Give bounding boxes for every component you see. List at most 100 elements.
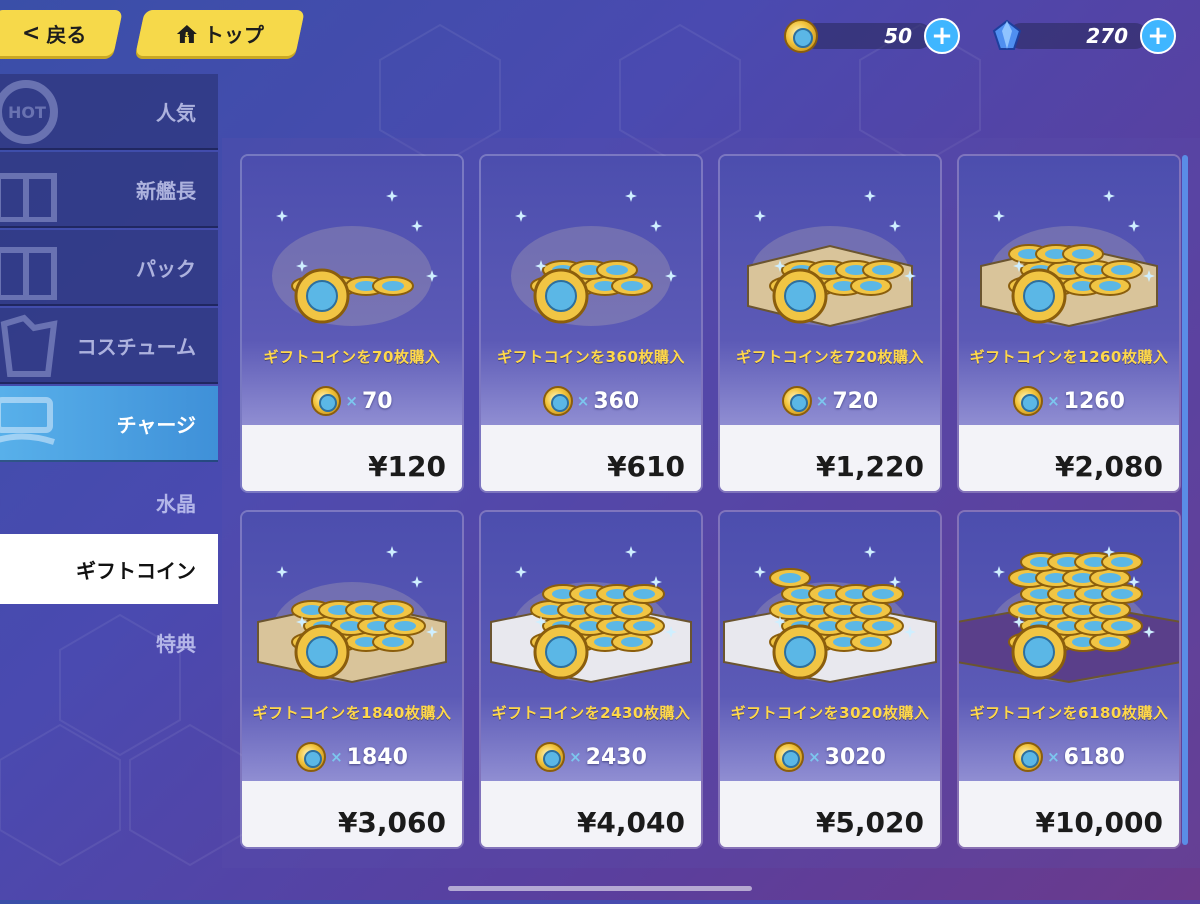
product-price: ¥10,000 (1035, 806, 1163, 839)
crystal-icon (992, 19, 1022, 50)
product-card[interactable]: ギフトコインを1260枚購入 × 1260 ¥2,080 (959, 156, 1179, 491)
back-button-label: 戻る (46, 22, 87, 47)
add-crystal-button[interactable]: + (1140, 18, 1176, 54)
gift-coin-icon (784, 19, 818, 53)
product-amount: × 70 (242, 386, 462, 416)
home-button[interactable]: トップ (135, 10, 305, 56)
sidebar-item-label: 特典 (156, 631, 196, 656)
product-card[interactable]: ギフトコインを6180枚購入 × 6180 ¥10,000 (959, 512, 1179, 847)
sidebar-item-crystal[interactable]: 水晶 (0, 464, 218, 540)
multiply-sign: × (330, 748, 343, 766)
price-area: ¥10,000 (959, 781, 1179, 847)
gift-coin-icon (535, 742, 566, 772)
add-gift-coin-button[interactable]: + (924, 18, 960, 54)
product-amount: × 2430 (481, 742, 701, 772)
price-area: ¥4,040 (481, 781, 701, 847)
hot-badge-icon: HOT (0, 80, 58, 144)
product-price: ¥2,080 (1054, 450, 1163, 483)
coin-quantity: 2430 (585, 744, 647, 770)
gift-coin-icon (296, 742, 327, 772)
price-area: ¥610 (481, 425, 701, 491)
product-amount: × 3020 (720, 742, 940, 772)
home-icon (177, 24, 197, 42)
sidebar-item-pack[interactable]: パック (0, 230, 218, 306)
gift-coin-icon (1013, 386, 1044, 416)
sidebar-item-label: 新艦長 (136, 178, 196, 203)
svg-text:HOT: HOT (8, 103, 46, 122)
coin-quantity: 70 (361, 388, 393, 414)
product-amount: × 1840 (242, 742, 462, 772)
crystal-count: 270 (1086, 24, 1128, 48)
sidebar-item-gift-coin[interactable]: ギフトコイン (0, 534, 218, 604)
product-title: ギフトコインを360枚購入 (497, 348, 685, 366)
product-title: ギフトコインを70枚購入 (263, 348, 441, 366)
sidebar-item-bonus[interactable]: 特典 (0, 604, 218, 680)
coin-quantity: 360 (593, 388, 640, 414)
product-price: ¥4,040 (576, 806, 685, 839)
sidebar-item-label: ギフトコイン (76, 558, 196, 583)
coin-crate-icon (723, 546, 937, 684)
product-card[interactable]: ギフトコインを1840枚購入 × 1840 ¥3,060 (242, 512, 462, 847)
product-title: ギフトコインを1840枚購入 (252, 704, 452, 722)
product-title: ギフトコインを1260枚購入 (969, 348, 1169, 366)
product-card[interactable]: ギフトコインを360枚購入 × 360 ¥610 (481, 156, 701, 491)
sidebar-item-popular[interactable]: HOT 人気 (0, 74, 218, 150)
gift-coin-balance: 50 + (784, 18, 960, 54)
product-title: ギフトコインを720枚購入 (736, 348, 924, 366)
multiply-sign: × (345, 392, 358, 410)
product-title: ギフトコインを2430枚購入 (491, 704, 691, 722)
product-title: ギフトコインを3020枚購入 (730, 704, 930, 722)
sidebar-item-label: 水晶 (156, 491, 196, 516)
product-card[interactable]: ギフトコインを3020枚購入 × 3020 ¥5,020 (720, 512, 940, 847)
vertical-scrollbar[interactable] (1182, 155, 1188, 845)
gift-coin-icon (542, 386, 573, 416)
coin-chest-icon (959, 546, 1179, 684)
coin-quantity: 1840 (346, 744, 408, 770)
product-amount: × 1260 (959, 386, 1179, 416)
product-amount: × 360 (481, 386, 701, 416)
price-area: ¥1,220 (720, 425, 940, 491)
product-card[interactable]: ギフトコインを70枚購入 × 70 ¥120 (242, 156, 462, 491)
gift-coin-icon (311, 386, 342, 416)
coin-pile-icon (511, 190, 677, 326)
sidebar-item-new-captain[interactable]: 新艦長 (0, 152, 218, 228)
gift-box-icon (0, 173, 57, 222)
product-card[interactable]: ギフトコインを2430枚購入 × 2430 ¥4,040 (481, 512, 701, 847)
coin-crate-icon (490, 546, 692, 684)
price-area: ¥120 (242, 425, 462, 491)
coin-quantity: 720 (832, 388, 879, 414)
gift-box-icon (0, 247, 57, 300)
gift-coin-icon (774, 742, 805, 772)
gift-coin-icon (1013, 742, 1044, 772)
price-area: ¥2,080 (959, 425, 1179, 491)
product-price: ¥5,020 (815, 806, 924, 839)
gift-coin-count: 50 (884, 24, 912, 48)
coin-quantity: 6180 (1063, 744, 1125, 770)
coin-box-icon (257, 546, 447, 684)
multiply-sign: × (576, 392, 590, 410)
home-button-label: トップ (204, 22, 264, 47)
product-card[interactable]: ギフトコインを720枚購入 × 720 ¥1,220 (720, 156, 940, 491)
price-area: ¥3,060 (242, 781, 462, 847)
product-amount: × 6180 (959, 742, 1179, 772)
coin-quantity: 3020 (824, 744, 886, 770)
price-area: ¥5,020 (720, 781, 940, 847)
sidebar-item-label: パック (136, 256, 196, 281)
sidebar-item-costume[interactable]: コスチューム (0, 308, 218, 384)
multiply-sign: × (1047, 748, 1060, 766)
multiply-sign: × (815, 392, 829, 410)
multiply-sign: × (1047, 392, 1060, 410)
product-price: ¥610 (607, 450, 685, 483)
chevron-left-icon: < (21, 20, 41, 46)
back-button[interactable]: < 戻る (0, 10, 123, 56)
product-amount: × 720 (720, 386, 940, 416)
sidebar-item-charge[interactable]: チャージ (0, 386, 218, 462)
sidebar-item-label: コスチューム (76, 334, 196, 359)
multiply-sign: × (569, 748, 582, 766)
multiply-sign: × (808, 748, 821, 766)
sidebar-item-label: 人気 (156, 100, 196, 125)
charge-card-icon (0, 397, 55, 445)
coin-box-icon (747, 190, 916, 328)
gift-coin-icon (781, 386, 812, 416)
home-indicator (448, 886, 752, 891)
